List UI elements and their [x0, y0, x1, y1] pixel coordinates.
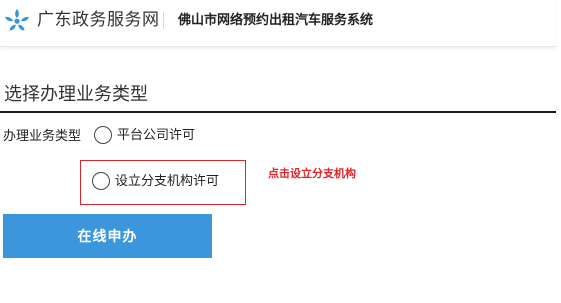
radio-platform-company-permit[interactable]: 平台公司许可 — [94, 126, 195, 144]
radio-circle-icon[interactable] — [94, 126, 112, 144]
radio-circle-icon[interactable] — [92, 172, 110, 190]
business-type-label: 办理业务类型 — [3, 129, 82, 144]
section-title: 选择办理业务类型 — [4, 84, 148, 105]
system-name: 佛山市网络预约出租汽车服务系统 — [178, 13, 374, 28]
radio-branch-office-permit[interactable]: 设立分支机构许可 — [92, 172, 219, 190]
page: 广东政务服务网 佛山市网络预约出租汽车服务系统 选择办理业务类型 办理业务类型 … — [0, 0, 561, 303]
apply-online-button[interactable]: 在线申办 — [3, 214, 212, 258]
gd-gov-service-logo-icon[interactable] — [4, 8, 30, 32]
header-divider — [163, 12, 164, 29]
instruction-annotation: 点击设立分支机构 — [268, 167, 356, 180]
radio-label: 设立分支机构许可 — [115, 173, 220, 189]
site-header: 广东政务服务网 佛山市网络预约出租汽车服务系统 — [0, 0, 556, 47]
brand-name[interactable]: 广东政务服务网 — [37, 9, 160, 31]
radio-label: 平台公司许可 — [117, 127, 196, 143]
section-divider — [0, 111, 556, 113]
